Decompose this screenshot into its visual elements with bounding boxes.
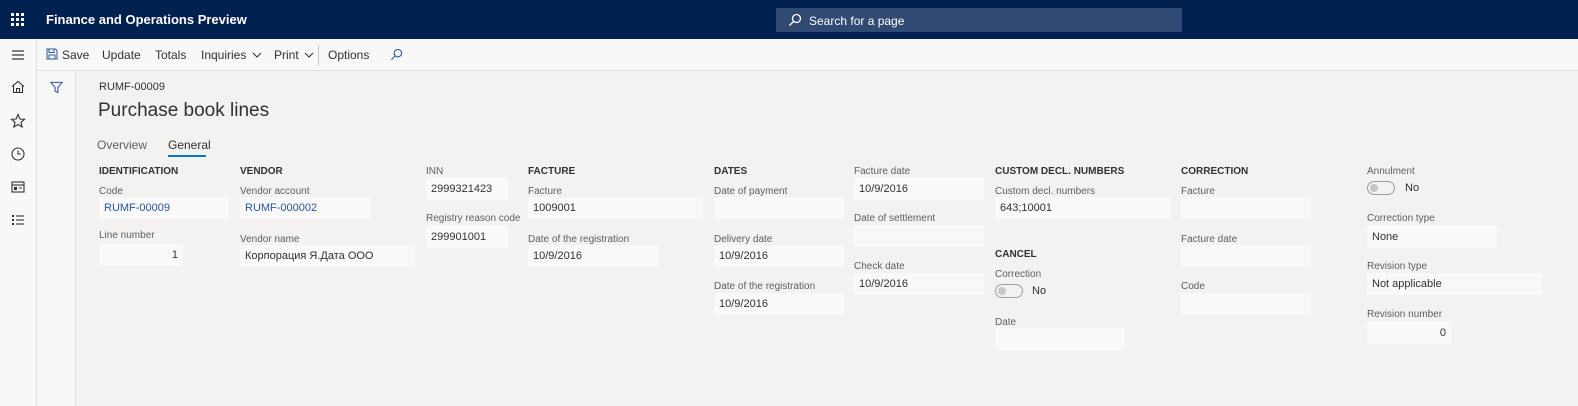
line-number-field[interactable]: 1 <box>99 244 183 266</box>
facture-date-label: Facture date <box>854 166 911 177</box>
check-date-label: Check date <box>854 261 905 272</box>
tab-indicator <box>168 155 206 157</box>
top-bar: Finance and Operations Preview Search fo… <box>0 0 1578 39</box>
custom-decl-field[interactable]: 643;10001 <box>995 197 1170 219</box>
cancel-date-field[interactable] <box>995 328 1125 350</box>
options-button[interactable]: Options <box>328 48 369 62</box>
group-vendor: VENDOR <box>240 166 283 177</box>
save-button[interactable]: Save <box>62 48 89 62</box>
star-icon[interactable] <box>9 112 27 130</box>
facture-date-field[interactable]: 10/9/2016 <box>854 178 984 200</box>
search-icon[interactable] <box>390 48 403 61</box>
filter-pane <box>37 71 76 406</box>
cancel-date-label: Date <box>995 317 1017 328</box>
dates-registration-label: Date of the registration <box>714 281 816 292</box>
inquiries-label: Inquiries <box>201 48 247 62</box>
date-of-payment-field[interactable] <box>714 197 844 219</box>
hamburger-icon[interactable] <box>9 46 27 64</box>
cancel-correction-toggle[interactable] <box>995 284 1023 298</box>
annulment-label: Annulment <box>1367 166 1415 177</box>
action-separator <box>318 45 319 65</box>
revision-number-field[interactable]: 0 <box>1367 322 1451 344</box>
group-cancel: CANCEL <box>995 249 1037 260</box>
page-title: Purchase book lines <box>98 100 270 121</box>
record-id: RUMF-00009 <box>99 81 166 93</box>
revision-type-field[interactable]: Not applicable <box>1367 273 1542 295</box>
content-area: RUMF-00009 Purchase book lines Overview … <box>76 71 1578 406</box>
group-facture: FACTURE <box>528 166 576 177</box>
vendor-account-field[interactable]: RUMF-000002 <box>240 197 370 219</box>
facture-label: Facture <box>528 186 562 197</box>
app-title[interactable]: Finance and Operations Preview <box>46 12 247 27</box>
group-custom-decl: CUSTOM DECL. NUMBERS <box>995 166 1125 177</box>
correction-type-label: Correction type <box>1367 213 1435 224</box>
delivery-date-field[interactable]: 10/9/2016 <box>714 245 844 267</box>
code-label: Code <box>99 186 123 197</box>
group-dates: DATES <box>714 166 748 177</box>
group-identification: IDENTIFICATION <box>99 166 179 177</box>
tab-overview[interactable]: Overview <box>97 138 147 152</box>
revision-number-label: Revision number <box>1367 309 1443 320</box>
date-of-settlement-label: Date of settlement <box>854 213 936 224</box>
facture-registration-label: Date of the registration <box>528 234 630 245</box>
vendor-name-label: Vendor name <box>240 234 300 245</box>
update-button[interactable]: Update <box>102 48 141 62</box>
vendor-name-field[interactable]: Корпорация Я.Дата ООО <box>240 245 415 267</box>
search-placeholder: Search for a page <box>809 14 905 28</box>
cancel-correction-value: No <box>1032 285 1047 297</box>
clock-icon[interactable] <box>9 145 27 163</box>
correction-facture-date-label: Facture date <box>1181 234 1238 245</box>
totals-button[interactable]: Totals <box>155 48 186 62</box>
tab-general[interactable]: General <box>168 138 211 152</box>
waffle-icon[interactable] <box>11 13 24 26</box>
correction-facture-label: Facture <box>1181 186 1215 197</box>
date-of-settlement-field[interactable] <box>854 225 984 247</box>
correction-facture-field[interactable] <box>1181 197 1311 219</box>
list-icon[interactable] <box>9 211 27 229</box>
annulment-value: No <box>1405 182 1420 194</box>
home-icon[interactable] <box>9 78 27 96</box>
correction-code-label: Code <box>1181 281 1205 292</box>
delivery-date-label: Delivery date <box>714 234 773 245</box>
workspace-icon[interactable] <box>9 178 27 196</box>
line-number-label: Line number <box>99 230 155 241</box>
group-correction: CORRECTION <box>1181 166 1249 177</box>
chevron-down-icon <box>304 52 314 58</box>
check-date-field[interactable]: 10/9/2016 <box>854 273 984 295</box>
vendor-account-label: Vendor account <box>240 186 310 197</box>
date-of-payment-label: Date of payment <box>714 186 788 197</box>
nav-rail <box>0 39 37 406</box>
correction-code-field[interactable] <box>1181 293 1311 315</box>
facture-field[interactable]: 1009001 <box>528 197 703 219</box>
inn-field[interactable]: 2999321423 <box>426 178 508 200</box>
revision-type-label: Revision type <box>1367 261 1428 272</box>
print-label: Print <box>274 48 299 62</box>
correction-facture-date-field[interactable] <box>1181 245 1311 267</box>
search-icon <box>789 13 802 26</box>
inquiries-menu[interactable]: Inquiries <box>201 48 262 62</box>
dates-registration-field[interactable]: 10/9/2016 <box>714 293 844 315</box>
registry-reason-field[interactable]: 299901001 <box>426 226 508 248</box>
save-icon[interactable] <box>46 48 58 60</box>
action-bar: Save Update Totals Inquiries Print Optio… <box>37 39 1578 71</box>
registry-reason-label: Registry reason code <box>426 213 521 224</box>
chevron-down-icon <box>252 52 262 58</box>
inn-label: INN <box>426 166 444 177</box>
cancel-correction-label: Correction <box>995 269 1042 280</box>
custom-decl-label: Custom decl. numbers <box>995 186 1096 197</box>
search-box[interactable]: Search for a page <box>776 8 1182 32</box>
annulment-toggle[interactable] <box>1367 181 1395 195</box>
print-menu[interactable]: Print <box>274 48 314 62</box>
facture-registration-field[interactable]: 10/9/2016 <box>528 245 658 267</box>
correction-type-field[interactable]: None <box>1367 226 1497 248</box>
code-field[interactable]: RUMF-00009 <box>99 197 229 219</box>
filter-icon[interactable] <box>50 81 63 94</box>
